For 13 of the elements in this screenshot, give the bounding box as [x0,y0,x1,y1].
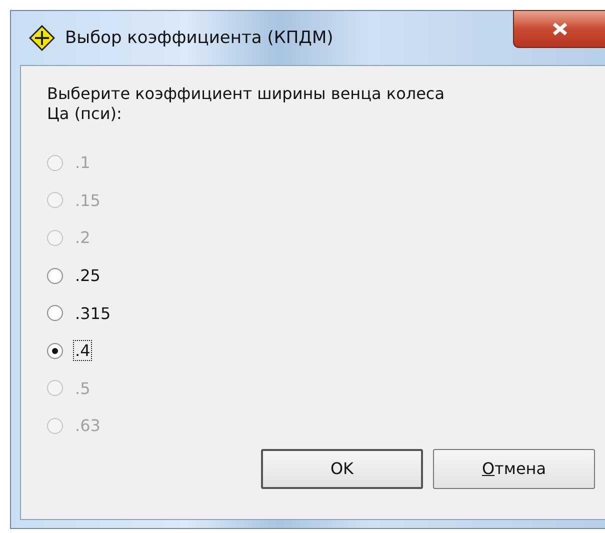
radio-button[interactable] [47,268,63,284]
prompt-text: Выберите коэффициент ширины венца колеса Ца (пси): [47,84,446,124]
radio-button[interactable] [47,305,63,322]
close-button[interactable] [513,10,605,48]
radio-button[interactable] [47,342,63,359]
option-label[interactable]: .4 [73,340,92,362]
ok-button[interactable]: OK [261,448,423,489]
cancel-button[interactable]: Отмена [433,448,595,489]
close-icon [550,22,568,36]
diamond-icon [29,25,55,51]
window-title: Выбор коэффициента (КПДМ) [65,28,334,48]
option-label[interactable]: .315 [73,302,113,324]
option-label[interactable]: .25 [73,265,102,286]
